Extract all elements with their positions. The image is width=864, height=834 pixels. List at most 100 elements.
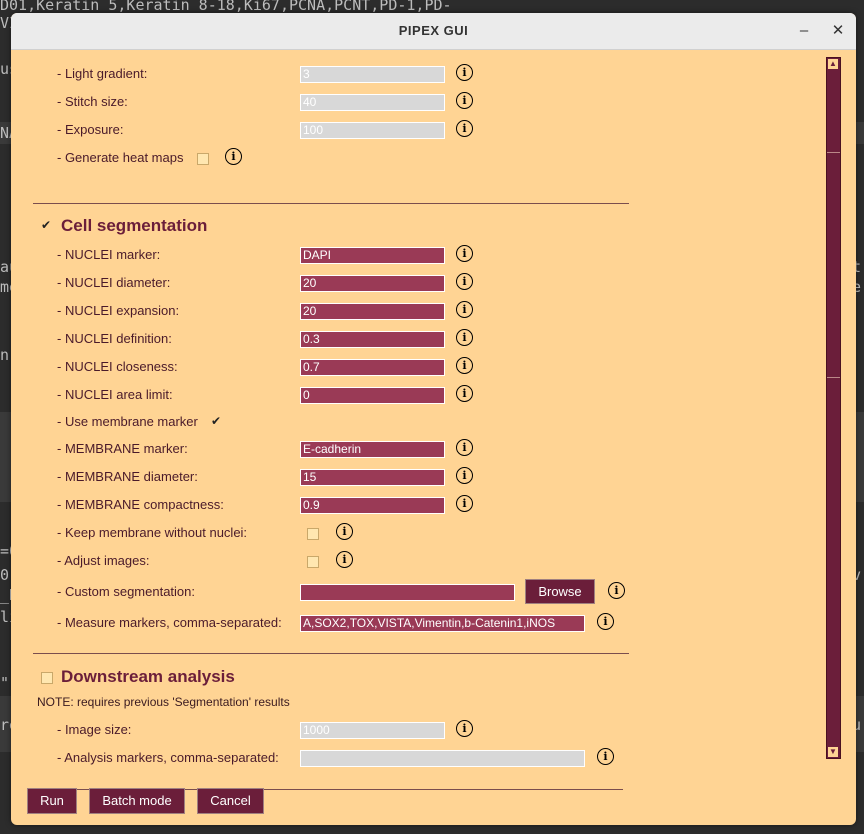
param-label: - Stitch size: — [57, 94, 128, 109]
param-label: - NUCLEI marker: — [57, 247, 161, 262]
nuclei-expansion-input[interactable]: 20 — [300, 303, 445, 320]
param-image-size: - Image size: 1000 i — [11, 720, 651, 740]
nuclei-diameter-input[interactable]: 20 — [300, 275, 445, 292]
param-nuclei-closeness: - NUCLEI closeness: 0.7 i — [11, 357, 651, 377]
info-icon[interactable]: i — [608, 582, 625, 599]
info-icon[interactable]: i — [456, 467, 473, 484]
image-size-input[interactable]: 1000 — [300, 722, 445, 739]
info-icon[interactable]: i — [597, 748, 614, 765]
param-membrane-compactness: - MEMBRANE compactness: 0.9 i — [11, 495, 651, 515]
cell-segmentation-checkbox[interactable]: ✔ — [41, 219, 51, 231]
info-icon[interactable]: i — [225, 148, 242, 165]
measure-markers-input[interactable]: A,SOX2,TOX,VISTA,Vimentin,b-Catenin1,iNO… — [300, 615, 585, 632]
param-label: - NUCLEI closeness: — [57, 359, 178, 374]
info-icon[interactable]: i — [456, 301, 473, 318]
cancel-button[interactable]: Cancel — [197, 788, 264, 814]
downstream-analysis-checkbox[interactable] — [41, 672, 53, 684]
info-icon[interactable]: i — [456, 495, 473, 512]
use-membrane-checkbox[interactable]: ✔ — [211, 415, 221, 427]
info-icon[interactable]: i — [456, 329, 473, 346]
vertical-scrollbar[interactable]: ▲ ▼ — [826, 57, 841, 759]
measure-markers-label: - Measure markers, comma-separated: — [57, 615, 282, 630]
terminal-line: " — [0, 674, 10, 692]
info-icon[interactable]: i — [456, 273, 473, 290]
exposure-input[interactable]: 100 — [300, 122, 445, 139]
info-icon[interactable]: i — [456, 357, 473, 374]
param-custom-segmentation: - Custom segmentation: Browse i — [11, 579, 711, 604]
section-title: Cell segmentation — [61, 216, 208, 235]
stitch-size-input[interactable]: 40 — [300, 94, 445, 111]
info-icon[interactable]: i — [336, 551, 353, 568]
param-nuclei-definition: - NUCLEI definition: 0.3 i — [11, 329, 651, 349]
nuclei-area-limit-input[interactable]: 0 — [300, 387, 445, 404]
param-label: - MEMBRANE diameter: — [57, 469, 198, 484]
param-membrane-diameter: - MEMBRANE diameter: 15 i — [11, 467, 651, 487]
custom-segmentation-input[interactable] — [300, 584, 515, 601]
info-icon[interactable]: i — [456, 439, 473, 456]
browse-button[interactable]: Browse — [525, 579, 595, 604]
custom-segmentation-label: - Custom segmentation: — [57, 584, 196, 599]
nuclei-marker-input[interactable]: DAPI — [300, 247, 445, 264]
heat-maps-checkbox[interactable] — [197, 153, 209, 165]
param-stitch-size: - Stitch size: 40 i — [11, 92, 651, 112]
heat-maps-label: - Generate heat maps — [57, 150, 184, 165]
param-heat-maps: - Generate heat maps i — [11, 148, 651, 168]
info-icon[interactable]: i — [456, 385, 473, 402]
keep-membrane-label: - Keep membrane without nuclei: — [57, 525, 248, 540]
terminal-line: D01,Keratin_5,Keratin_8-18,Ki67,PCNA,PCN… — [0, 0, 452, 14]
close-icon[interactable]: ✕ — [827, 20, 849, 42]
info-icon[interactable]: i — [336, 523, 353, 540]
param-keep-membrane: - Keep membrane without nuclei: i — [11, 523, 651, 543]
info-icon[interactable]: i — [456, 720, 473, 737]
param-label: - MEMBRANE compactness: — [57, 497, 224, 512]
param-nuclei-diameter: - NUCLEI diameter: 20 i — [11, 273, 651, 293]
section-title: Downstream analysis — [61, 667, 235, 686]
analysis-markers-input[interactable] — [300, 750, 585, 767]
param-adjust-images: - Adjust images: i — [11, 551, 651, 571]
divider — [33, 203, 629, 204]
light-gradient-input[interactable]: 3 — [300, 66, 445, 83]
param-nuclei-marker: - NUCLEI marker: DAPI i — [11, 245, 651, 265]
param-measure-markers: - Measure markers, comma-separated: A,SO… — [11, 613, 711, 633]
pipex-gui-window: PIPEX GUI – ✕ - Light gradient: 3 i - St… — [11, 13, 856, 825]
param-membrane-marker: - MEMBRANE marker: E-cadherin i — [11, 439, 651, 459]
param-exposure: - Exposure: 100 i — [11, 120, 651, 140]
nuclei-closeness-input[interactable]: 0.7 — [300, 359, 445, 376]
info-icon[interactable]: i — [456, 245, 473, 262]
param-light-gradient: - Light gradient: 3 i — [11, 64, 651, 84]
scroll-up-icon[interactable]: ▲ — [828, 59, 838, 69]
param-label: - Light gradient: — [57, 66, 148, 81]
info-icon[interactable]: i — [456, 64, 473, 81]
param-label: - NUCLEI area limit: — [57, 387, 173, 402]
keep-membrane-checkbox[interactable] — [307, 528, 319, 540]
nuclei-definition-input[interactable]: 0.3 — [300, 331, 445, 348]
info-icon[interactable]: i — [456, 92, 473, 109]
param-label: - NUCLEI definition: — [57, 331, 172, 346]
use-membrane-label: - Use membrane marker — [57, 414, 198, 429]
terminal-line: n — [0, 346, 10, 364]
membrane-marker-input[interactable]: E-cadherin — [300, 441, 445, 458]
scrollable-form[interactable]: - Light gradient: 3 i - Stitch size: 40 … — [11, 50, 856, 825]
param-label: - NUCLEI diameter: — [57, 275, 171, 290]
param-label: - NUCLEI expansion: — [57, 303, 180, 318]
membrane-compactness-input[interactable]: 0.9 — [300, 497, 445, 514]
downstream-note: NOTE: requires previous 'Segmentation' r… — [37, 695, 290, 709]
scroll-down-icon[interactable]: ▼ — [828, 747, 838, 757]
param-label: - MEMBRANE marker: — [57, 441, 188, 456]
info-icon[interactable]: i — [456, 120, 473, 137]
title-bar[interactable]: PIPEX GUI – ✕ — [11, 13, 856, 50]
membrane-diameter-input[interactable]: 15 — [300, 469, 445, 486]
batch-mode-button[interactable]: Batch mode — [89, 788, 185, 814]
adjust-images-label: - Adjust images: — [57, 553, 150, 568]
param-nuclei-area-limit: - NUCLEI area limit: 0 i — [11, 385, 651, 405]
minimize-icon[interactable]: – — [793, 20, 815, 42]
param-nuclei-expansion: - NUCLEI expansion: 20 i — [11, 301, 651, 321]
image-size-label: - Image size: — [57, 722, 132, 737]
param-label: - Exposure: — [57, 122, 124, 137]
info-icon[interactable]: i — [597, 613, 614, 630]
scroll-thumb[interactable] — [827, 152, 840, 378]
run-button[interactable]: Run — [27, 788, 77, 814]
adjust-images-checkbox[interactable] — [307, 556, 319, 568]
analysis-markers-label: - Analysis markers, comma-separated: — [57, 750, 279, 765]
divider — [33, 653, 629, 654]
